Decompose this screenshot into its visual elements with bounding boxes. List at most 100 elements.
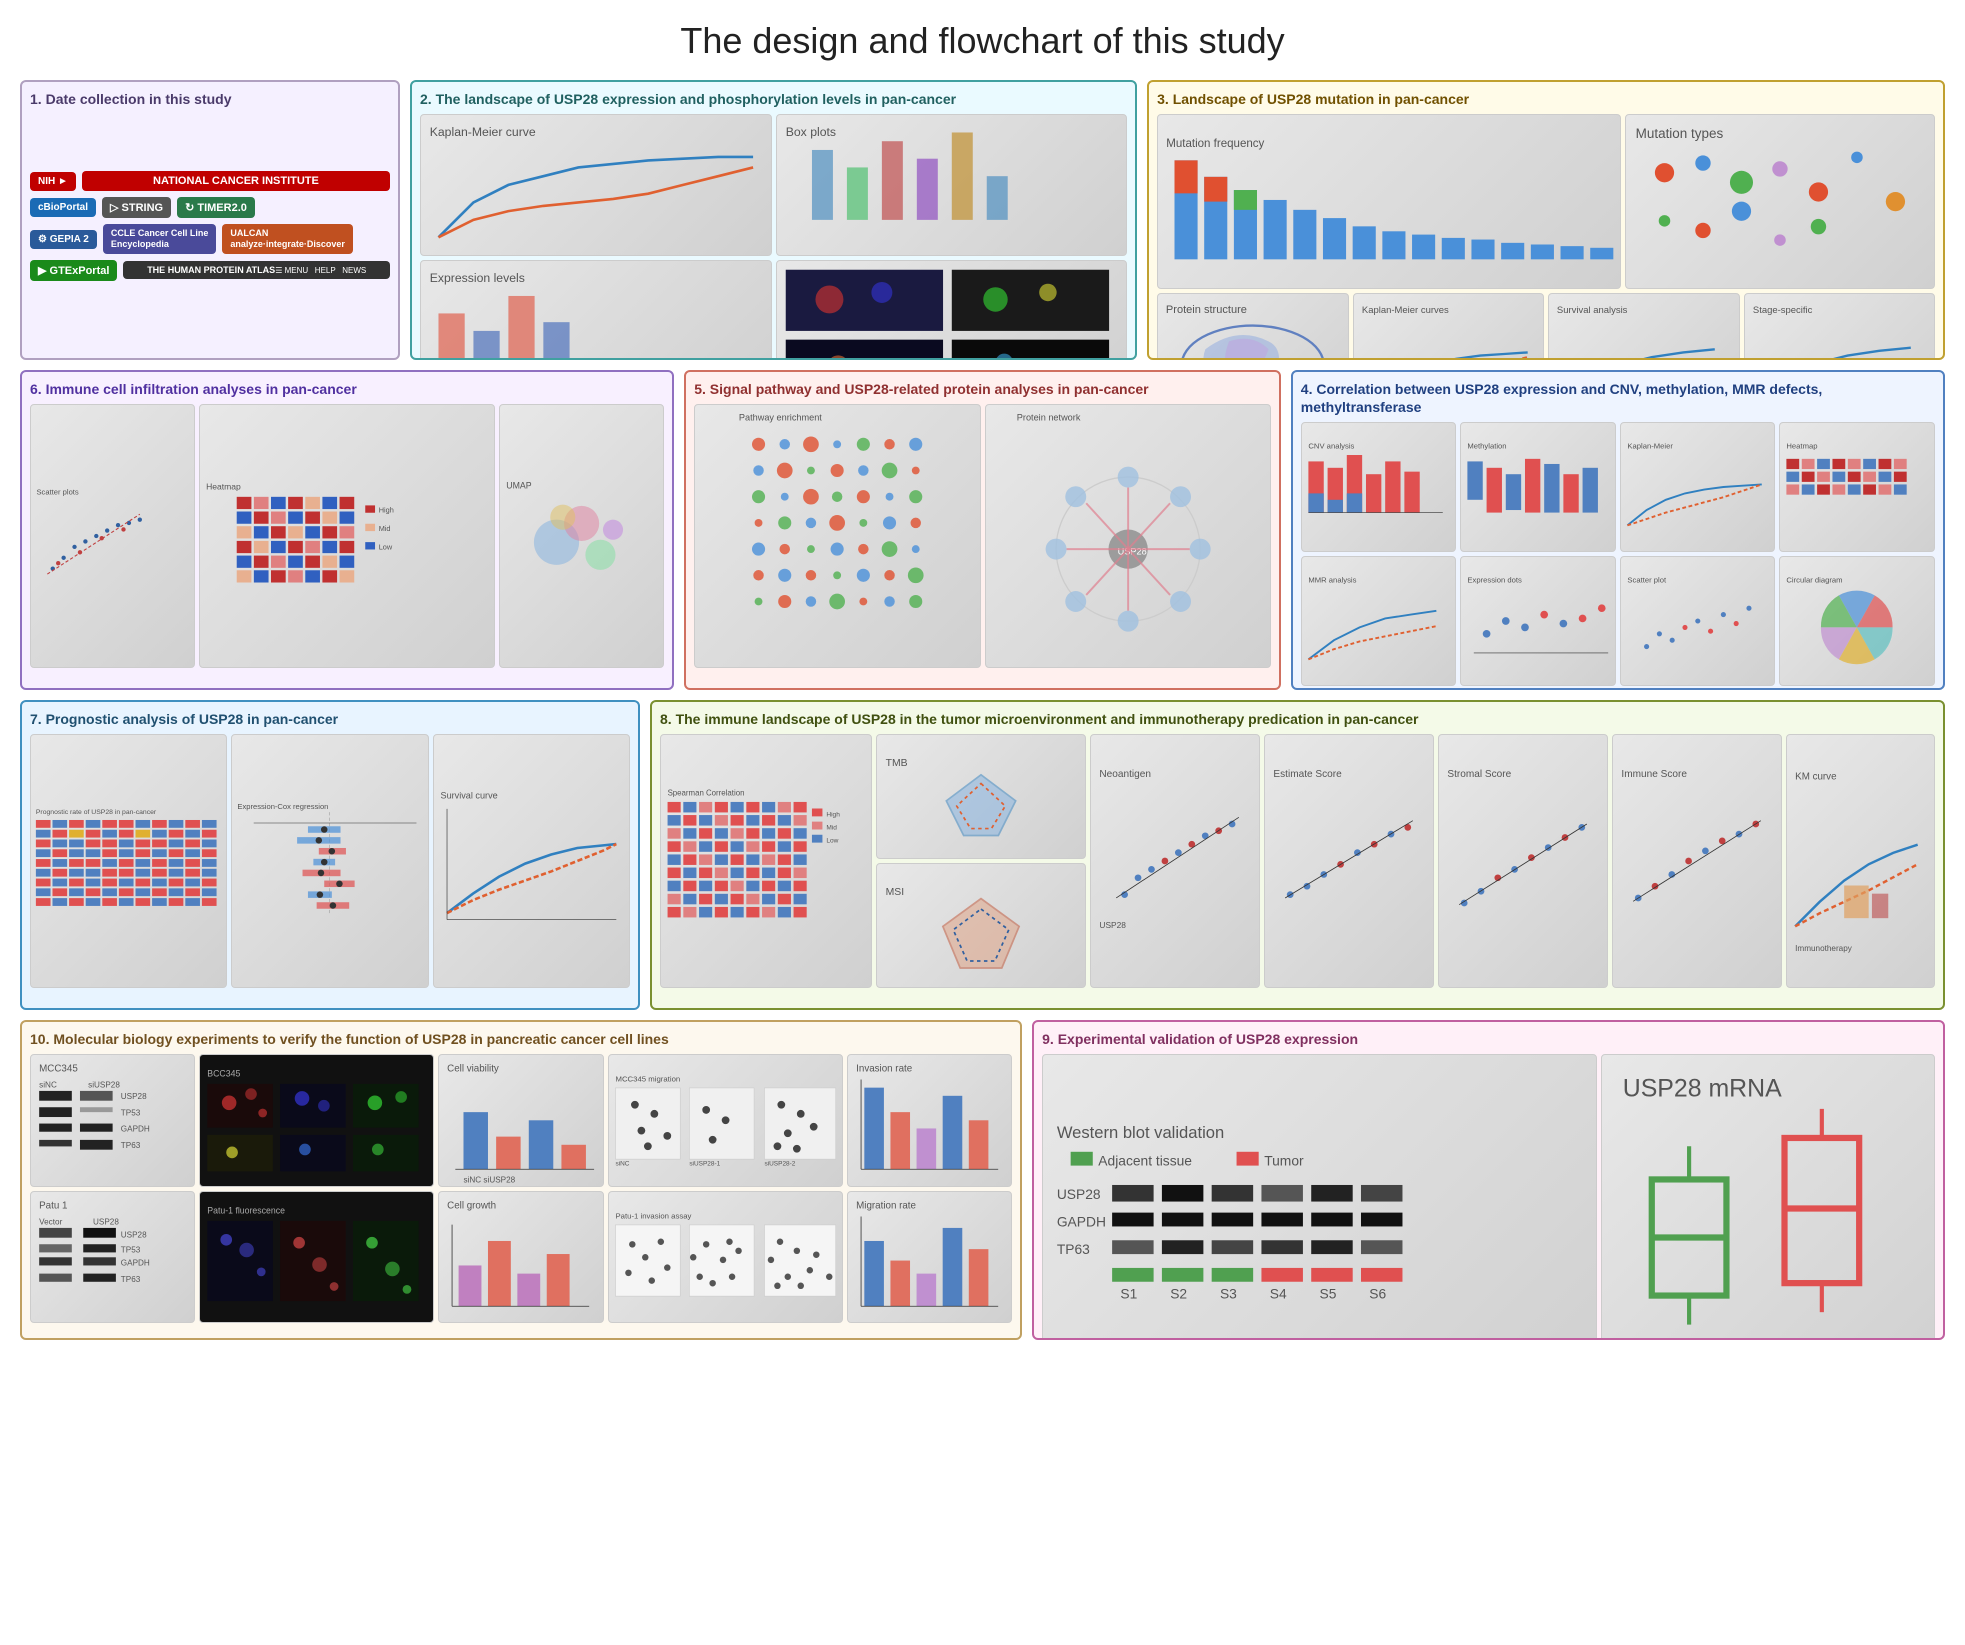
cbio-logo: cBioPortal: [30, 198, 96, 217]
nci-logo: NATIONAL CANCER INSTITUTE: [82, 171, 390, 191]
panel-5-content: Pathway enrichment: [694, 404, 1271, 668]
svg-text:Patu-1 invasion assay: Patu-1 invasion assay: [615, 1211, 691, 1220]
svg-text:siNC siUSP28: siNC siUSP28: [464, 1176, 516, 1185]
svg-text:High: High: [379, 506, 394, 515]
svg-text:Kaplan-Meier: Kaplan-Meier: [1627, 442, 1673, 451]
row-3: 7. Prognostic analysis of USP28 in pan-c…: [20, 700, 1945, 1010]
svg-text:Western blot validation: Western blot validation: [1057, 1123, 1224, 1142]
svg-text:Expression-Cox regression: Expression-Cox regression: [238, 802, 329, 811]
svg-text:Expression levels: Expression levels: [430, 271, 525, 285]
svg-text:TP53: TP53: [121, 1245, 141, 1254]
svg-text:Tumor: Tumor: [1264, 1153, 1304, 1169]
svg-text:USP28 mRNA: USP28 mRNA: [1623, 1075, 1782, 1103]
svg-text:Stromal Score: Stromal Score: [1447, 769, 1511, 780]
svg-text:Immune Score: Immune Score: [1621, 769, 1687, 780]
panel-1-title: 1. Date collection in this study: [30, 90, 390, 108]
svg-text:Prognostic rate of USP28 in pa: Prognostic rate of USP28 in pan-cancer: [36, 809, 157, 816]
svg-text:S1: S1: [1121, 1286, 1138, 1302]
row-1: 1. Date collection in this study NIH ► N…: [20, 80, 1945, 360]
page-title: The design and flowchart of this study: [20, 20, 1945, 62]
panel-2: 2. The landscape of USP28 expression and…: [410, 80, 1137, 360]
svg-text:Spearman Correlation: Spearman Correlation: [668, 789, 745, 798]
svg-text:Survival analysis: Survival analysis: [1557, 305, 1628, 316]
svg-text:Mid: Mid: [379, 524, 391, 533]
svg-text:MSI: MSI: [886, 887, 904, 898]
svg-text:S4: S4: [1270, 1286, 1287, 1302]
svg-text:siNC: siNC: [39, 1081, 57, 1090]
panel-6-content: Scatter plots: [30, 404, 664, 668]
svg-text:GAPDH: GAPDH: [121, 1125, 150, 1134]
panel-3: 3. Landscape of USP28 mutation in pan-ca…: [1147, 80, 1945, 360]
svg-text:BCC345: BCC345: [208, 1069, 241, 1079]
panel-6: 6. Immune cell infiltration analyses in …: [20, 370, 674, 690]
panel-9-content: Western blot validation Adjacent tissue …: [1042, 1054, 1935, 1318]
panel-5: 5. Signal pathway and USP28-related prot…: [684, 370, 1281, 690]
svg-text:TP63: TP63: [121, 1141, 141, 1150]
svg-text:Adjacent tissue: Adjacent tissue: [1098, 1153, 1192, 1169]
svg-text:Methylation: Methylation: [1468, 442, 1507, 451]
svg-text:siUSP28: siUSP28: [88, 1081, 120, 1090]
logos-area: NIH ► NATIONAL CANCER INSTITUTE cBioPort…: [30, 171, 390, 281]
hpa-logo: THE HUMAN PROTEIN ATLAS☰ MENU HELP NEWS: [123, 261, 390, 279]
svg-text:Migration rate: Migration rate: [856, 1200, 916, 1211]
row-4: 10. Molecular biology experiments to ver…: [20, 1020, 1945, 1340]
logo-row-3: ⚙ GEPIA 2 CCLE Cancer Cell LineEncyclope…: [30, 224, 390, 254]
svg-text:GAPDH: GAPDH: [1057, 1214, 1106, 1230]
nih-logo: NIH ►: [30, 172, 76, 191]
svg-text:TMB: TMB: [886, 758, 908, 769]
svg-text:Cell growth: Cell growth: [448, 1200, 497, 1211]
svg-text:TP63: TP63: [121, 1275, 141, 1284]
panel-9: 9. Experimental validation of USP28 expr…: [1032, 1020, 1945, 1340]
svg-text:siNC: siNC: [615, 1161, 629, 1168]
panel-10: 10. Molecular biology experiments to ver…: [20, 1020, 1022, 1340]
svg-text:Mutation types: Mutation types: [1636, 126, 1724, 141]
ccle-logo: CCLE Cancer Cell LineEncyclopedia: [103, 224, 217, 254]
panel-7-title: 7. Prognostic analysis of USP28 in pan-c…: [30, 710, 630, 728]
svg-text:MCC345: MCC345: [39, 1064, 78, 1075]
svg-text:Heatmap: Heatmap: [1787, 442, 1818, 451]
panel-1: 1. Date collection in this study NIH ► N…: [20, 80, 400, 360]
panel-8: 8. The immune landscape of USP28 in the …: [650, 700, 1945, 1010]
panel-8-content: Spearman Correlation: [660, 734, 1935, 988]
svg-text:MMR analysis: MMR analysis: [1308, 576, 1356, 585]
svg-text:Neoantigen: Neoantigen: [1099, 769, 1151, 780]
svg-text:TP63: TP63: [1057, 1241, 1090, 1257]
timer-logo: ↻ TIMER2.0: [177, 197, 255, 218]
svg-text:USP28: USP28: [1099, 920, 1126, 930]
svg-text:siUSP28-1: siUSP28-1: [689, 1161, 720, 1168]
string-logo: ▷ STRING: [102, 197, 171, 218]
svg-text:Estimate Score: Estimate Score: [1273, 769, 1342, 780]
panel-4-title: 4. Correlation between USP28 expression …: [1301, 380, 1935, 416]
svg-text:KM curve: KM curve: [1795, 772, 1837, 783]
panel-3-content: Mutation frequency: [1157, 114, 1935, 338]
svg-text:Invasion rate: Invasion rate: [856, 1064, 912, 1075]
svg-text:Vector: Vector: [39, 1217, 62, 1226]
svg-text:Scatter plot: Scatter plot: [1627, 576, 1667, 585]
svg-text:siUSP28-2: siUSP28-2: [764, 1161, 795, 1168]
panel-1-content: NIH ► NATIONAL CANCER INSTITUTE cBioPort…: [30, 114, 390, 338]
svg-text:Immunotherapy: Immunotherapy: [1795, 944, 1853, 953]
panel-3-title: 3. Landscape of USP28 mutation in pan-ca…: [1157, 90, 1935, 108]
panel-6-title: 6. Immune cell infiltration analyses in …: [30, 380, 664, 398]
logo-row-4: ▶ GTExPortal THE HUMAN PROTEIN ATLAS☰ ME…: [30, 260, 390, 281]
gepia-logo: ⚙ GEPIA 2: [30, 230, 97, 249]
panel-4: 4. Correlation between USP28 expression …: [1291, 370, 1945, 690]
svg-text:USP28: USP28: [121, 1092, 147, 1101]
svg-text:TP53: TP53: [121, 1109, 141, 1118]
svg-text:USP28: USP28: [121, 1230, 147, 1239]
panel-10-title: 10. Molecular biology experiments to ver…: [30, 1030, 1012, 1048]
svg-text:Circular diagram: Circular diagram: [1787, 576, 1843, 585]
svg-text:S2: S2: [1170, 1286, 1187, 1302]
svg-text:Stage-specific: Stage-specific: [1752, 305, 1812, 316]
svg-text:Survival curve: Survival curve: [440, 791, 497, 801]
svg-text:S3: S3: [1220, 1286, 1237, 1302]
svg-text:High: High: [826, 812, 840, 819]
logo-row-2: cBioPortal ▷ STRING ↻ TIMER2.0: [30, 197, 390, 218]
svg-text:Scatter plots: Scatter plots: [36, 488, 78, 497]
svg-text:USP28: USP28: [93, 1217, 119, 1226]
panel-8-title: 8. The immune landscape of USP28 in the …: [660, 710, 1935, 728]
svg-text:GAPDH: GAPDH: [121, 1258, 150, 1267]
logo-row-1: NIH ► NATIONAL CANCER INSTITUTE: [30, 171, 390, 191]
svg-text:Expression dots: Expression dots: [1468, 576, 1523, 585]
gtex-logo: ▶ GTExPortal: [30, 260, 117, 281]
